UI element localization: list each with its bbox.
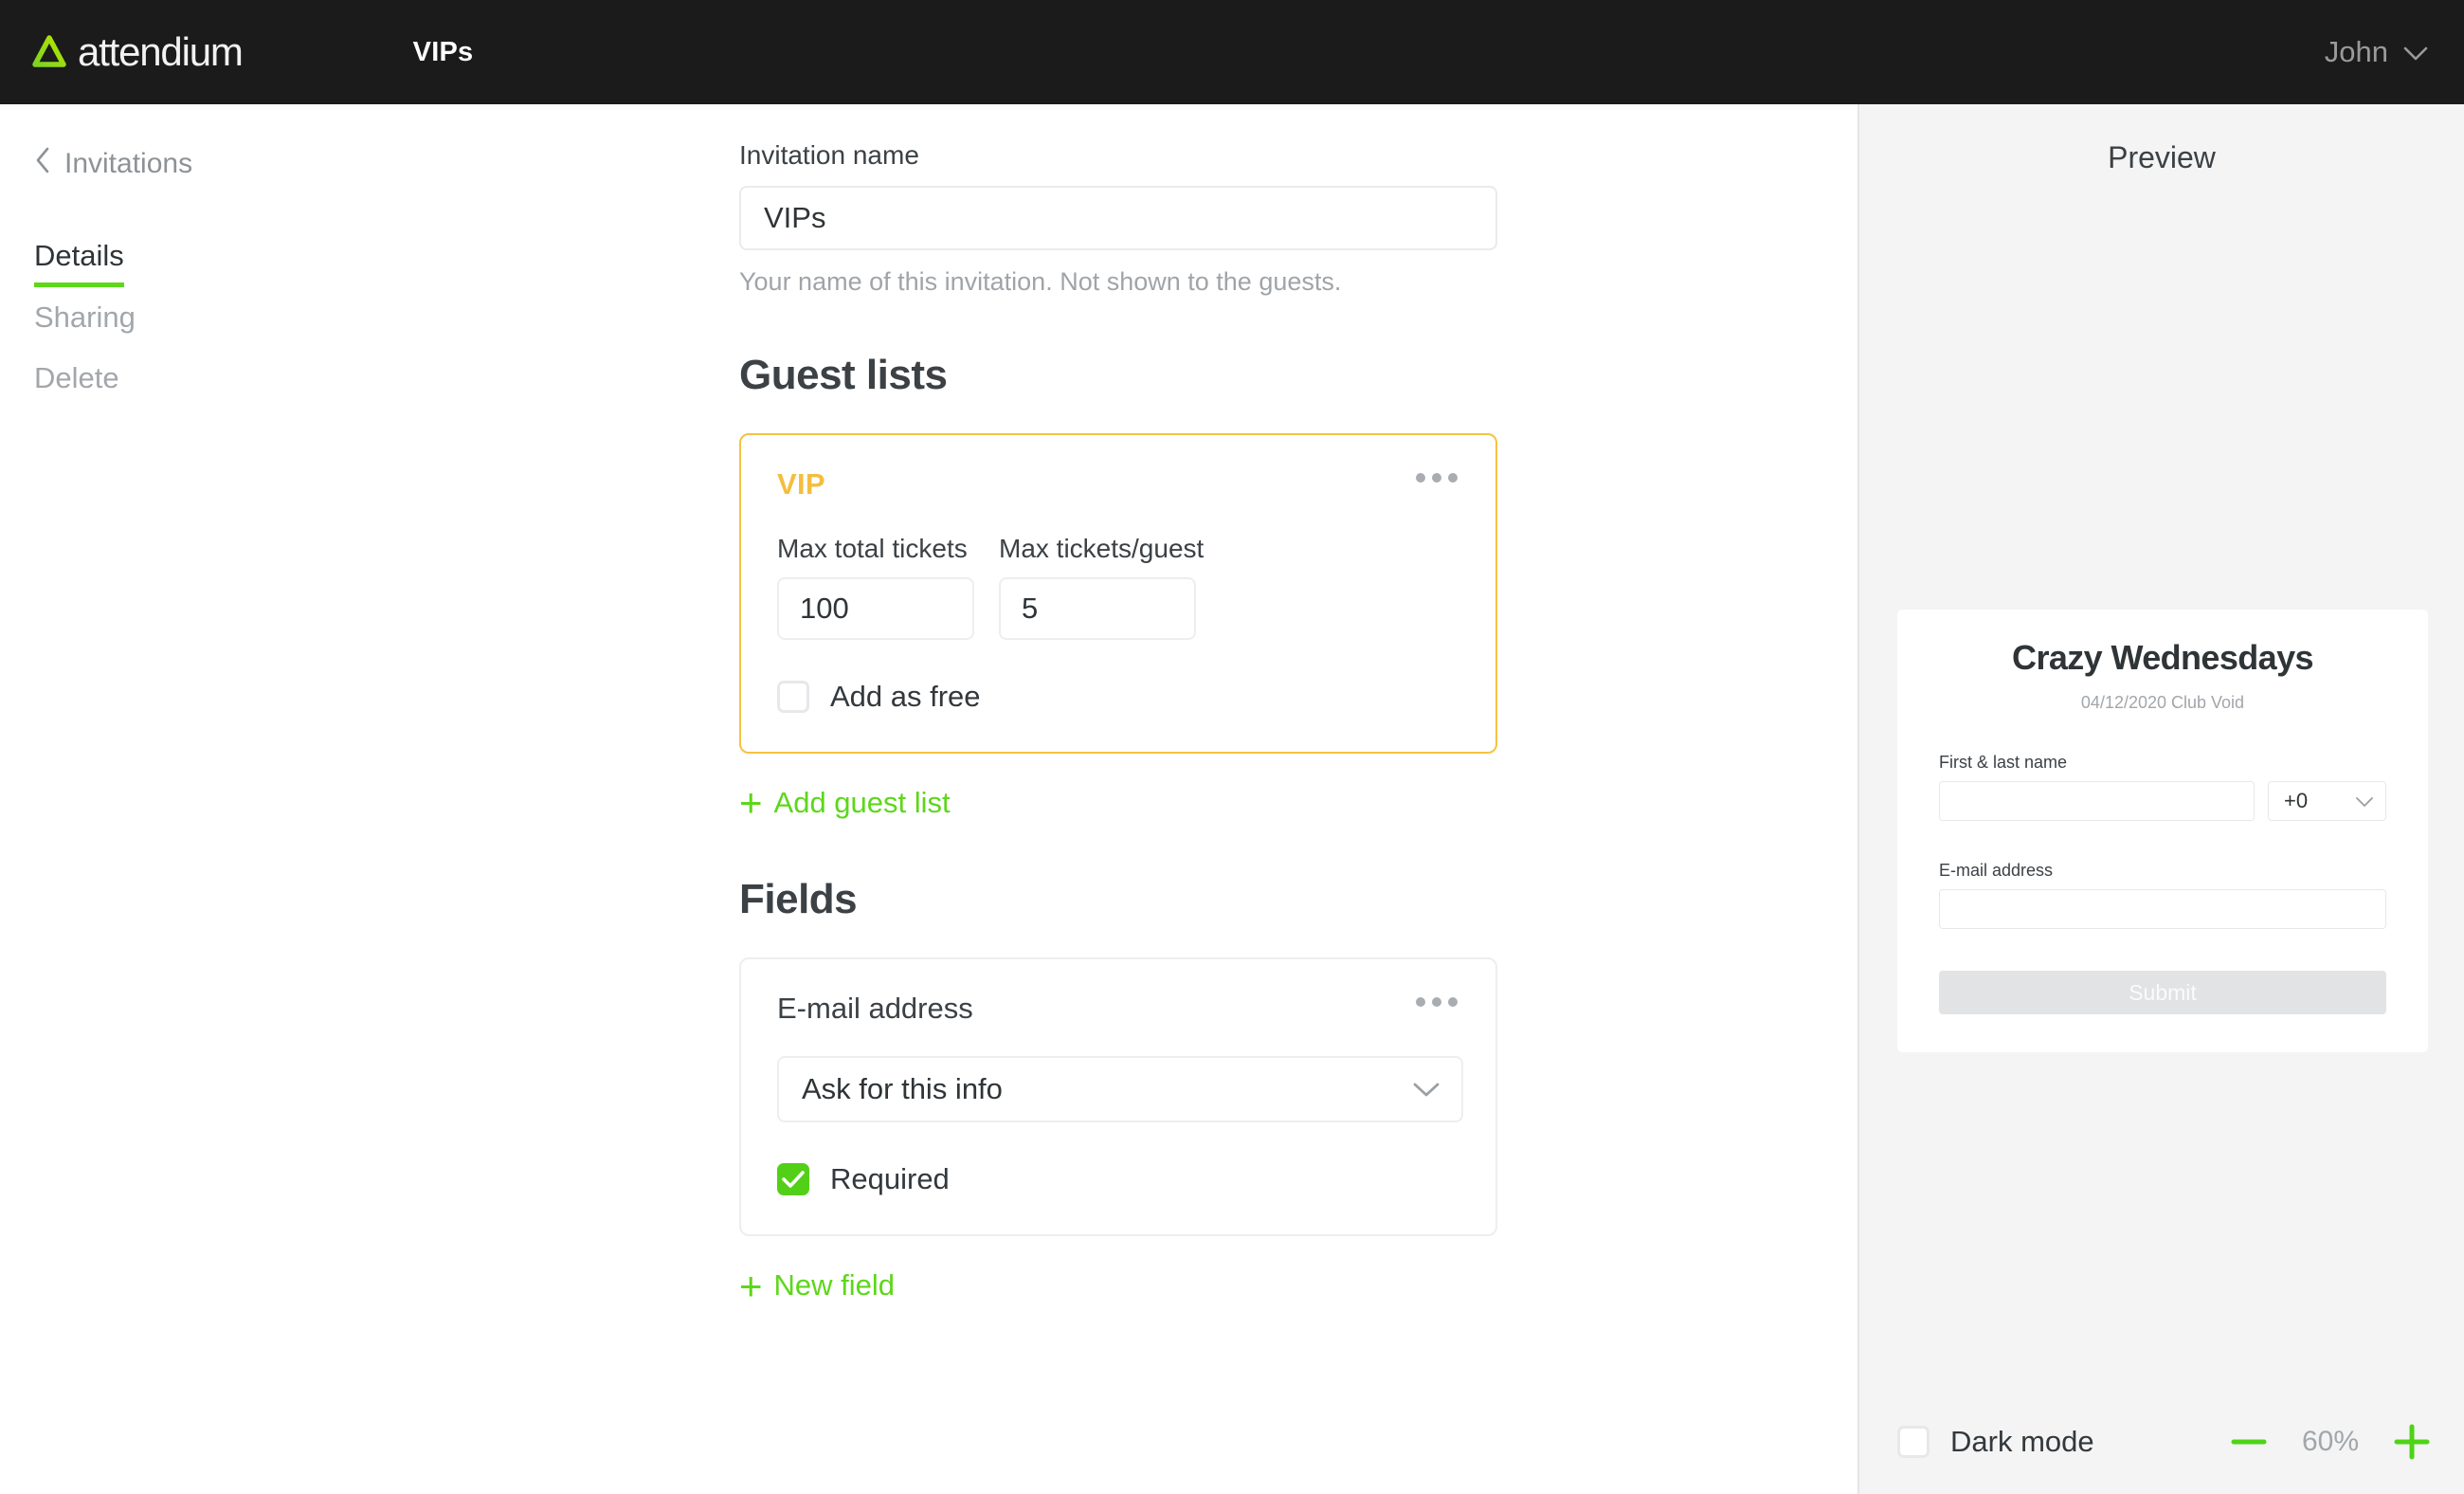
dark-mode-toggle[interactable]: Dark mode	[1897, 1425, 2094, 1459]
user-name: John	[2324, 35, 2388, 68]
guest-list-name: VIP	[777, 467, 825, 501]
sidebar-item-sharing[interactable]: Sharing	[34, 287, 136, 348]
max-tickets-per-guest-label: Max tickets/guest	[999, 534, 1205, 563]
plus-icon: +	[739, 780, 763, 826]
main-content: Invitation name Your name of this invita…	[445, 104, 1857, 1494]
sidebar-nav: Details Sharing Delete	[0, 226, 445, 409]
top-header-bar: attendium VIPs John	[0, 0, 2464, 104]
more-options-icon[interactable]	[1414, 467, 1459, 488]
preview-name-row: +0	[1939, 781, 2386, 821]
breadcrumb-label: Invitations	[64, 148, 193, 179]
more-options-icon[interactable]	[1414, 992, 1459, 1012]
field-card-email: E-mail address Ask for this info Require…	[739, 957, 1497, 1237]
required-label: Required	[830, 1162, 950, 1196]
max-tickets-per-guest-group: Max tickets/guest	[999, 534, 1204, 640]
invitation-name-input[interactable]	[739, 186, 1497, 250]
nav-item-vips[interactable]: VIPs	[413, 37, 474, 68]
user-menu[interactable]: John	[2325, 35, 2428, 69]
chevron-down-icon	[1412, 1072, 1440, 1106]
max-total-tickets-group: Max total tickets	[777, 534, 974, 640]
minus-icon[interactable]	[2231, 1437, 2267, 1447]
new-field-label: New field	[773, 1268, 896, 1303]
max-tickets-per-guest-input[interactable]	[999, 577, 1196, 640]
preview-email-label: E-mail address	[1939, 861, 2054, 880]
required-checkbox[interactable]	[777, 1163, 809, 1196]
brand-logo[interactable]: attendium	[30, 29, 244, 74]
plus-icon[interactable]	[2394, 1424, 2430, 1460]
chevron-down-icon	[2355, 789, 2374, 813]
invitation-name-label: Invitation name	[739, 140, 919, 170]
dark-mode-label: Dark mode	[1950, 1425, 2094, 1458]
chevron-down-icon	[2403, 35, 2428, 69]
preview-panel: Preview Crazy Wednesdays 04/12/2020 Club…	[1857, 104, 2464, 1494]
preview-submit-button[interactable]: Submit	[1939, 971, 2386, 1014]
preview-country-code-value: +0	[2284, 789, 2309, 812]
preview-bottom-bar: Dark mode 60%	[1857, 1390, 2464, 1494]
ticket-limits-row: Max total tickets Max tickets/guest	[777, 534, 1459, 640]
dark-mode-checkbox[interactable]	[1897, 1426, 1930, 1458]
max-total-tickets-input[interactable]	[777, 577, 974, 640]
field-name: E-mail address	[777, 992, 973, 1026]
new-field-button[interactable]: + New field	[739, 1263, 896, 1308]
required-row[interactable]: Required	[777, 1162, 1459, 1196]
field-card-header: E-mail address	[777, 992, 1459, 1026]
breadcrumb-back-invitations[interactable]: Invitations	[34, 146, 445, 182]
plus-icon: +	[739, 1263, 763, 1308]
max-total-tickets-label: Max total tickets	[777, 534, 968, 563]
sidebar-item-delete[interactable]: Delete	[34, 348, 119, 409]
zoom-level-value: 60%	[2301, 1426, 2360, 1457]
preview-country-code-select[interactable]: +0	[2268, 781, 2386, 821]
add-as-free-row[interactable]: Add as free	[777, 680, 1459, 714]
attendium-triangle-logo-icon	[30, 33, 68, 71]
preview-name-label: First & last name	[1939, 753, 2068, 772]
preview-event-title: Crazy Wednesdays	[2012, 638, 2313, 677]
add-as-free-checkbox[interactable]	[777, 681, 809, 713]
preview-name-input[interactable]	[1939, 781, 2255, 821]
guest-list-card-vip: VIP Max total tickets Max tickets/guest …	[739, 433, 1497, 754]
guest-lists-heading: Guest lists	[739, 352, 948, 398]
invitation-name-helper: Your name of this invitation. Not shown …	[739, 267, 1342, 296]
chevron-left-icon	[34, 146, 51, 182]
field-behaviour-select[interactable]: Ask for this info	[777, 1056, 1463, 1123]
zoom-controls: 60%	[2231, 1424, 2430, 1460]
add-guest-list-label: Add guest list	[773, 786, 951, 819]
details-form: Invitation name Your name of this invita…	[739, 140, 1497, 1308]
preview-email-input[interactable]	[1939, 889, 2386, 929]
brand-name: attendium	[78, 29, 244, 74]
preview-form-card: Crazy Wednesdays 04/12/2020 Club Void Fi…	[1897, 610, 2428, 1052]
sidebar-item-details[interactable]: Details	[34, 226, 124, 287]
fields-heading: Fields	[739, 876, 858, 923]
field-behaviour-value: Ask for this info	[802, 1072, 1003, 1106]
left-sidebar: Invitations Details Sharing Delete	[0, 104, 445, 1494]
add-as-free-label: Add as free	[830, 680, 981, 713]
preview-title: Preview	[2108, 140, 2216, 174]
guest-list-card-header: VIP	[777, 467, 1459, 501]
add-guest-list-button[interactable]: + Add guest list	[739, 780, 951, 826]
preview-event-subtitle: 04/12/2020 Club Void	[2080, 693, 2245, 712]
